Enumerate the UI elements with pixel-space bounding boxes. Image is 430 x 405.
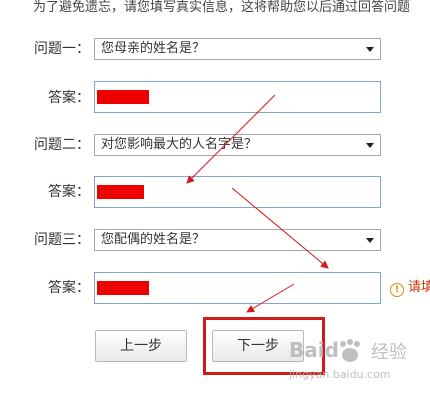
watermark-url: jingyan.baidu.com bbox=[289, 368, 391, 381]
paw-icon bbox=[340, 339, 360, 362]
arrow-3 bbox=[246, 283, 295, 313]
arrow-1 bbox=[186, 94, 276, 184]
baidu-jingyan-watermark: Baid 经验 jingyan.baidu.com bbox=[283, 330, 430, 405]
arrow-2 bbox=[231, 187, 329, 269]
watermark-cn: 经验 bbox=[371, 342, 407, 363]
watermark-brand: Baid bbox=[289, 338, 339, 362]
